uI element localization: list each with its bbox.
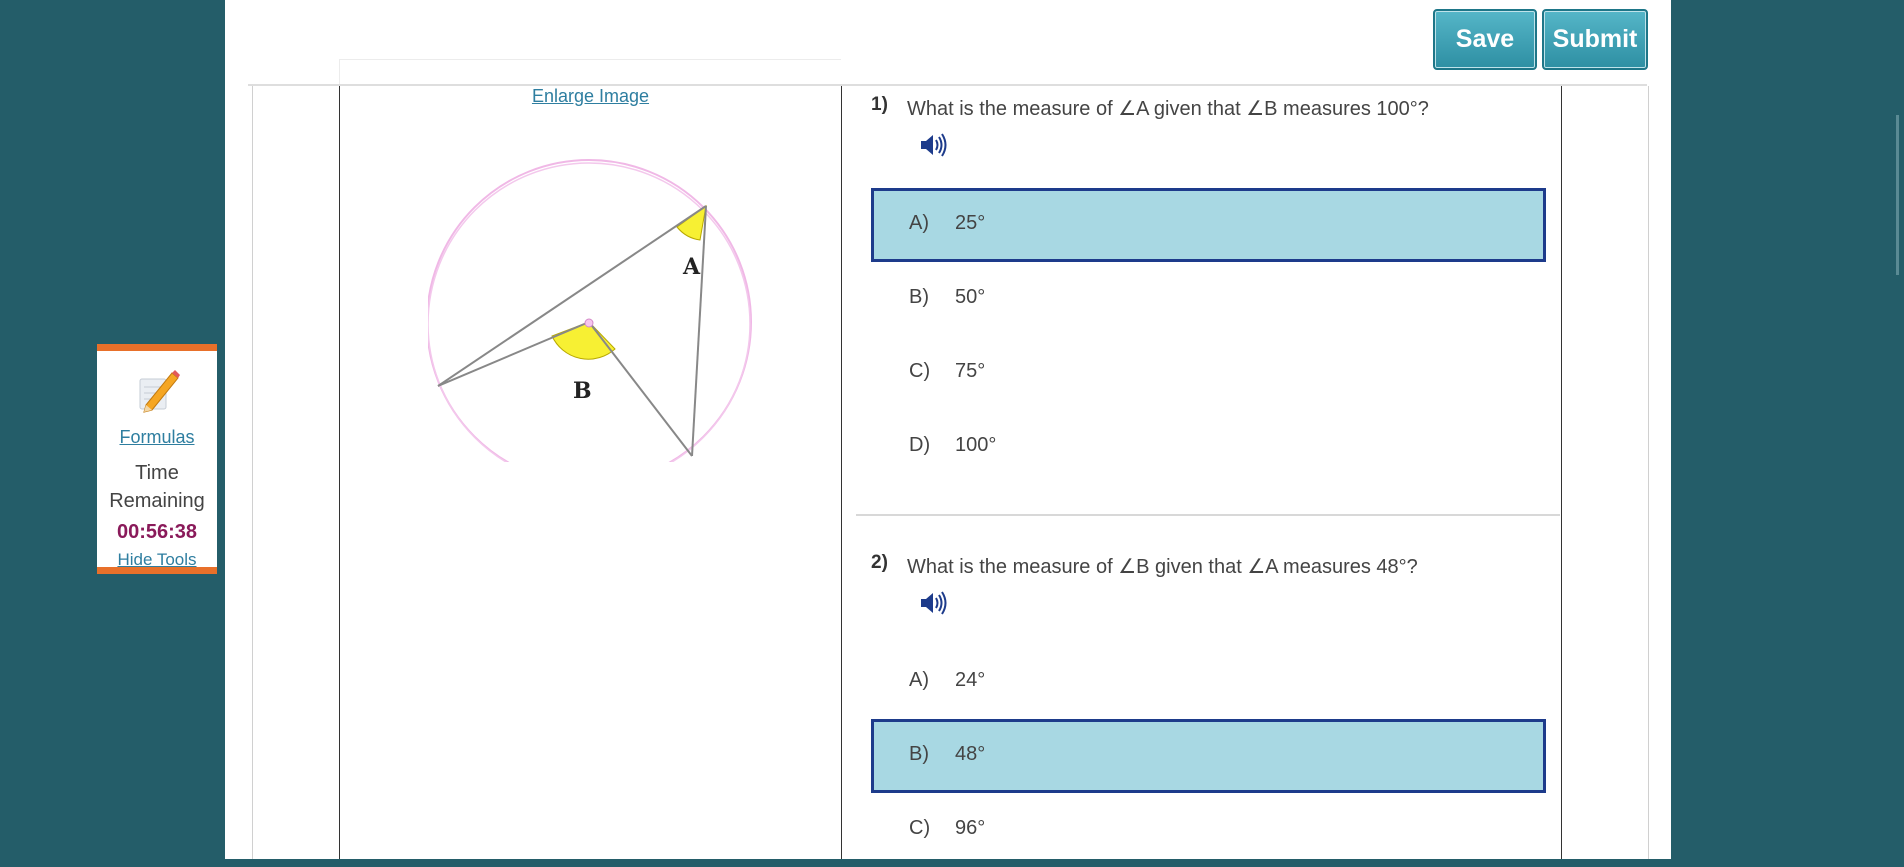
- speaker-icon[interactable]: [918, 130, 948, 164]
- scrollbar[interactable]: [1896, 115, 1899, 275]
- speaker-icon[interactable]: [918, 588, 948, 622]
- answer-choice[interactable]: D) 100°: [871, 410, 1546, 484]
- choice-letter: A): [909, 669, 929, 691]
- save-button[interactable]: Save: [1433, 9, 1537, 70]
- choice-value: 96°: [955, 817, 986, 839]
- question-text: What is the measure of ∠A given that ∠B …: [907, 98, 1429, 120]
- choice-letter: B): [909, 743, 929, 765]
- choice-letter: D): [909, 434, 931, 456]
- circle-figure: A B: [426, 122, 758, 486]
- answer-choice[interactable]: B) 50°: [871, 262, 1546, 336]
- tools-sidebar: Formulas Time Remaining 00:56:38 Hide To…: [97, 344, 217, 574]
- choice-value: 50°: [955, 286, 986, 308]
- choice-letter: B): [909, 286, 929, 308]
- choice-letter: C): [909, 360, 931, 382]
- answer-choice[interactable]: C) 75°: [871, 336, 1546, 410]
- hide-tools-link[interactable]: Hide Tools: [97, 550, 217, 570]
- choice-value: 25°: [955, 212, 986, 234]
- answer-choice[interactable]: A) 25°: [871, 188, 1546, 262]
- angle-a-label: A: [682, 254, 701, 280]
- choice-value: 100°: [955, 434, 997, 456]
- time-remaining-label: Time Remaining: [109, 462, 205, 512]
- angle-b-label: B: [573, 378, 592, 404]
- pencil-icon[interactable]: [136, 367, 180, 418]
- timer-value: 00:56:38: [116, 521, 198, 543]
- answer-choice[interactable]: C) 96°: [871, 793, 1546, 867]
- enlarge-image-link[interactable]: Enlarge Image: [340, 86, 841, 107]
- formulas-link[interactable]: Formulas: [97, 427, 217, 448]
- question-number: 1): [871, 94, 888, 115]
- choice-letter: C): [909, 817, 931, 839]
- figure-panel: Enlarge Image A B: [339, 86, 842, 859]
- choice-value: 24°: [955, 669, 986, 691]
- answer-choice[interactable]: A) 24°: [871, 645, 1546, 719]
- choice-value: 48°: [955, 743, 986, 765]
- panel-header: [339, 59, 841, 85]
- answer-choice[interactable]: B) 48°: [871, 719, 1546, 793]
- question-divider: [856, 514, 1560, 516]
- question-text: What is the measure of ∠B given that ∠A …: [907, 556, 1418, 578]
- choice-value: 75°: [955, 360, 986, 382]
- submit-button[interactable]: Submit: [1542, 9, 1648, 70]
- choice-letter: A): [909, 212, 929, 234]
- question-number: 2): [871, 552, 888, 573]
